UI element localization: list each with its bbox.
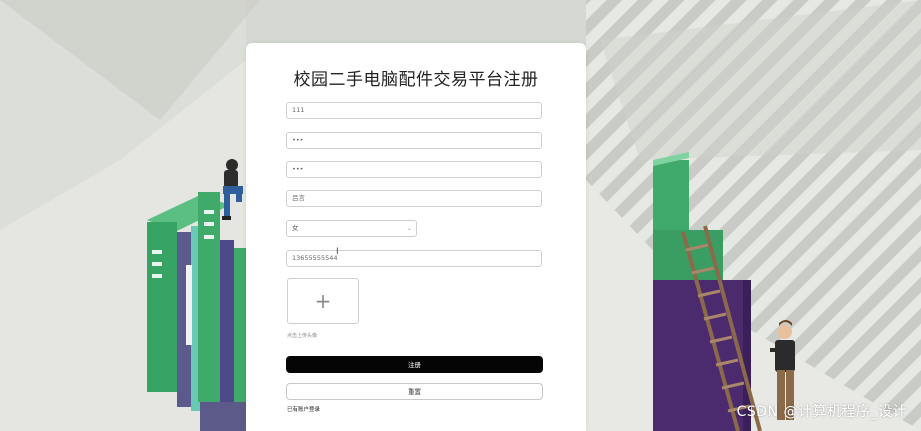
avatar-upload[interactable]: +: [287, 278, 359, 324]
reset-button[interactable]: 重置: [286, 383, 543, 400]
register-card: 校园二手电脑配件交易平台注册 111 ••• ••• 吕言 女 ⌄ 136555…: [246, 43, 586, 431]
register-button[interactable]: 注册: [286, 356, 543, 373]
password-input[interactable]: •••: [286, 132, 542, 149]
text-cursor-icon: I: [336, 247, 339, 257]
watermark: CSDN @计算机程序_设计: [736, 404, 907, 420]
name-input[interactable]: 吕言: [286, 190, 542, 207]
confirm-password-input[interactable]: •••: [286, 161, 542, 178]
gender-selected-value: 女: [292, 224, 299, 232]
chevron-down-icon: ⌄: [406, 225, 412, 232]
gender-select[interactable]: 女 ⌄: [286, 220, 417, 237]
account-input[interactable]: 111: [286, 102, 542, 119]
login-link[interactable]: 已有账户登录: [287, 405, 320, 413]
plus-icon: +: [314, 289, 332, 313]
upload-hint: 点击上传头像: [287, 333, 318, 339]
phone-input[interactable]: 13655555544: [286, 250, 542, 267]
page-title: 校园二手电脑配件交易平台注册: [293, 70, 539, 90]
